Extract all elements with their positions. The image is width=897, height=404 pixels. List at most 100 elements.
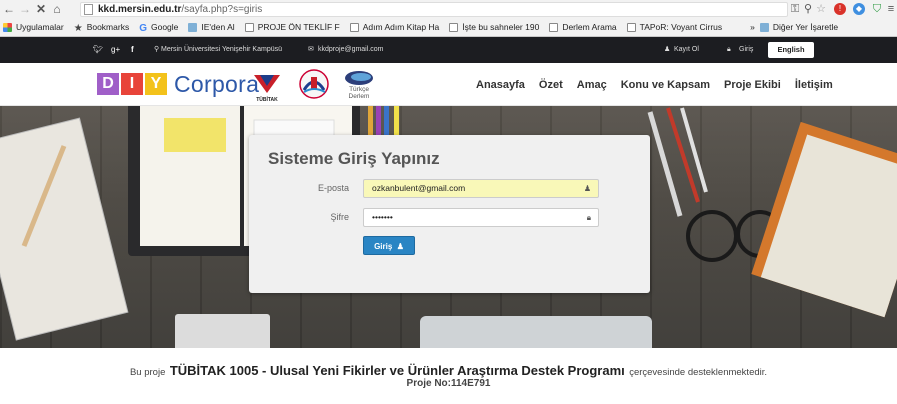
page-icon [84,4,93,15]
password-label: Şifre [330,212,349,222]
browser-chrome: ← → ✕ ⌂ kkd.mersin.edu.tr/sayfa.php?s=gi… [0,0,897,37]
bookmark-label: Bookmarks [86,22,130,32]
page-icon [244,22,254,32]
bookmark-label: Google [150,22,179,32]
bookmark-ie-import[interactable]: IE'den Al [188,22,235,32]
site-topbar: 🐦︎ g+ f ⚲ Mersin Üniversitesi Yenişehir … [0,37,897,63]
turkce-label: Türkçe [349,86,369,93]
google-icon: G [139,22,147,34]
login-link[interactable]: Giriş [739,37,753,63]
funding-suffix: çerçevesinde desteklenmektedir. [629,367,768,378]
bookmark-label: Diğer Yer İşaretle [772,22,839,32]
apps-grid-icon [3,22,12,32]
twitter-icon[interactable]: 🐦︎ [93,37,103,63]
menu-icon[interactable]: ≡ [886,1,896,17]
page-icon [549,22,559,32]
mail-icon: ✉ [308,46,314,53]
footer: Bu proje TÜBİTAK 1005 - Ulusal Yeni Fiki… [0,348,897,404]
bookmarks-bar: Uygulamalar ★ Bookmarks G Google IE'den Al… [0,18,897,36]
bookmark-apps[interactable]: Uygulamalar [3,22,64,32]
password-value: ••••••• [372,212,393,222]
funding-program: TÜBİTAK 1005 - Ulusal Yeni Fikirler ve Ü… [169,363,625,378]
register-link[interactable]: Kayıt Ol [674,37,699,63]
bookmark-derlem[interactable]: Derlem Arama [549,22,617,32]
browser-nav-row: ← → ✕ ⌂ kkd.mersin.edu.tr/sayfa.php?s=gi… [0,0,897,18]
bookmark-star-icon[interactable]: ☆ [815,1,827,17]
star-icon: ★ [73,22,83,34]
login-button[interactable]: Giriş ♟ [363,236,415,255]
stop-icon[interactable]: ✕ [34,2,48,16]
bookmark-label: İşte bu sahneler 190 [462,22,540,32]
forward-icon[interactable]: → [18,2,32,16]
back-icon[interactable]: ← [2,2,16,16]
folder-icon [188,22,198,32]
location-icon: ⚲ [154,46,160,53]
shield-icon[interactable]: ⛉ [871,1,883,17]
home-icon[interactable]: ⌂ [50,2,64,16]
turkce-derlem-logo-icon: Türkçe Derlem [345,71,373,100]
university-logo-icon [299,69,329,99]
bookmark-sahneler[interactable]: İşte bu sahneler 190 [449,22,539,32]
bookmark-kitap[interactable]: Adım Adım Kitap Ha [349,22,440,32]
english-button[interactable]: English [768,42,814,58]
lock-icon: 🔒︎ [727,46,731,53]
logo-letter-i: I [121,73,143,95]
url-host: kkd.mersin.edu.tr [98,4,182,15]
key-icon[interactable]: ⚿ [790,1,800,17]
logo-word: Corpora [174,70,260,97]
funding-prefix: Bu proje [129,367,166,378]
bookmark-label: IE'den Al [201,22,235,32]
login-panel: Sisteme Giriş Yapınız E-posta ozkanbulen… [249,135,650,293]
site-header: D I Y Corpora TÜBİTAK Türkçe Derlem Anas… [0,63,897,106]
tubitak-logo-icon: TÜBİTAK [254,75,280,103]
page-icon [349,22,359,32]
menu-konu-ve-kapsam[interactable]: Konu ve Kapsam [621,79,710,91]
menu-amac[interactable]: Amaç [577,79,607,91]
bookmark-label: Uygulamalar [16,22,64,32]
bookmark-label: Adım Adım Kitap Ha [362,22,440,32]
email-field[interactable]: ozkanbulent@gmail.com ♟ [363,179,599,198]
logo-letter-d: D [97,73,119,95]
bookmark-overflow[interactable]: » [750,22,755,32]
tubitak-label: TÜBİTAK [256,96,278,103]
folder-icon [759,22,769,32]
logo-letter-y: Y [145,73,167,95]
extension-icon[interactable]: ◆ [853,3,865,15]
address-bar[interactable]: kkd.mersin.edu.tr/sayfa.php?s=giris [80,2,788,17]
main-menu: Anasayfa Özet Amaç Konu ve Kapsam Proje … [476,63,847,106]
project-number: Proje No:114E791 [406,378,491,389]
page-icon [626,22,636,32]
menu-anasayfa[interactable]: Anasayfa [476,79,525,91]
email-link[interactable]: kkdproje@gmail.com [318,37,383,63]
email-value: ozkanbulent@gmail.com [372,183,466,193]
bookmark-label: Derlem Arama [562,22,617,32]
email-label: E-posta [317,183,349,193]
bookmark-proje[interactable]: PROJE ÖN TEKLİF F [244,22,340,32]
login-button-label: Giriş [374,242,393,251]
lock-icon: 🔒︎ [586,213,591,222]
address-text: Mersin Üniversitesi Yenişehir Kampüsü [161,46,282,53]
derlem-label: Derlem [349,93,370,100]
bookmark-google[interactable]: G Google [139,22,179,34]
page-icon [449,22,459,32]
menu-iletisim[interactable]: İletişim [795,79,833,91]
menu-proje-ekibi[interactable]: Proje Ekibi [724,79,781,91]
bookmark-tapor[interactable]: TAPoR: Voyant Cirrus [626,22,723,32]
login-title: Sisteme Giriş Yapınız [268,149,440,168]
menu-ozet[interactable]: Özet [539,79,563,91]
user-icon: ♟ [396,242,404,251]
user-icon: ♟ [583,184,591,193]
user-icon: ♟ [664,46,671,53]
adblock-icon[interactable]: ! [834,3,846,15]
bookmark-other[interactable]: Diğer Yer İşaretle [759,22,839,32]
search-icon[interactable]: ⚲ [803,1,813,17]
google-plus-icon[interactable]: g+ [111,37,120,63]
url-path: /sayfa.php?s=giris [181,4,263,15]
bookmark-bookmarks[interactable]: ★ Bookmarks [73,22,130,34]
overflow-chevron-icon: » [750,22,755,32]
password-field[interactable]: ••••••• 🔒︎ [363,208,599,227]
bookmark-label: TAPoR: Voyant Cirrus [639,22,723,32]
facebook-icon[interactable]: f [131,37,134,63]
diy-corpora-logo[interactable]: D I Y Corpora [97,70,260,97]
bookmark-label: PROJE ÖN TEKLİF F [257,22,340,32]
